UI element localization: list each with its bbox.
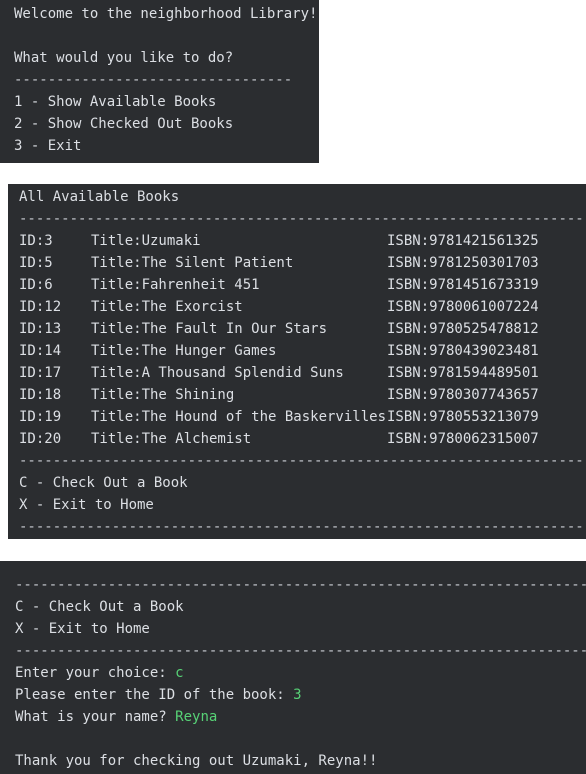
book-row: ID:19 Title:The Hound of the Baskervilles…	[19, 406, 586, 428]
book-row: ID:14 Title:The Hunger Games ISBN:97804390…	[19, 340, 586, 362]
option-exit-to-home: X - Exit to Home	[19, 497, 154, 513]
menu-prompt: What would you like to do?	[14, 50, 234, 66]
book-title: Title:The Fault In Our Stars	[91, 321, 328, 337]
book-isbn: ISBN:9780062315007	[387, 431, 539, 447]
book-row: ID:6 Title:Fahrenheit 451 ISBN:97814516733…	[19, 274, 586, 296]
menu-option-show-checked-out: 2 - Show Checked Out Books	[14, 116, 234, 132]
book-isbn: ISBN:9780061007224	[387, 299, 539, 315]
separator: ----------------------------------------…	[19, 211, 586, 227]
book-title: Title:The Exorcist	[91, 299, 243, 315]
option-exit-to-home: X - Exit to Home	[15, 621, 150, 637]
book-id: ID:6	[19, 277, 53, 293]
book-id: ID:17	[19, 365, 62, 381]
option-check-out: C - Check Out a Book	[19, 475, 188, 491]
choice-input[interactable]: c	[175, 665, 183, 681]
welcome-text: Welcome to the neighborhood Library!	[14, 6, 318, 22]
book-row: ID:17 Title:A Thousand Splendid Suns ISBN:…	[19, 362, 586, 384]
book-title: Title:The Hound of the Baskervilles	[91, 409, 387, 425]
book-row: ID:3 Title:Uzumaki ISBN:9781421561325	[19, 230, 586, 252]
book-id: ID:5	[19, 255, 53, 271]
separator: ----------------------------------------…	[19, 453, 586, 469]
book-id: ID:12	[19, 299, 62, 315]
book-row: ID:18 Title:The Shining ISBN:9780307743657	[19, 384, 586, 406]
book-row: ID:13 Title:The Fault In Our Stars ISBN:97…	[19, 318, 586, 340]
book-title: Title:The Hunger Games	[91, 343, 277, 359]
separator: ----------------------------------------…	[19, 519, 586, 535]
book-isbn: ISBN:9781421561325	[387, 233, 539, 249]
book-isbn: ISBN:9780307743657	[387, 387, 539, 403]
menu-option-show-available: 1 - Show Available Books	[14, 94, 217, 110]
book-row: ID:12 Title:The Exorcist ISBN:978006100722…	[19, 296, 586, 318]
book-isbn: ISBN:9781451673319	[387, 277, 539, 293]
available-books-console: All Available Books --------------------…	[8, 184, 586, 539]
book-id-prompt: Please enter the ID of the book:	[15, 687, 294, 703]
book-isbn: ISBN:9780439023481	[387, 343, 539, 359]
choice-line: Enter your choice: c	[15, 662, 586, 684]
book-id-line: Please enter the ID of the book: 3	[15, 684, 586, 706]
option-check-out: C - Check Out a Book	[15, 599, 184, 615]
book-isbn: ISBN:9780553213079	[387, 409, 539, 425]
name-input[interactable]: Reyna	[175, 709, 217, 725]
thank-you-message: Thank you for checking out Uzumaki, Reyn…	[15, 753, 378, 769]
book-isbn: ISBN:9780525478812	[387, 321, 539, 337]
book-isbn: ISBN:9781250301703	[387, 255, 539, 271]
book-id: ID:19	[19, 409, 62, 425]
book-row: ID:5 Title:The Silent Patient ISBN:9781250…	[19, 252, 586, 274]
book-id-input[interactable]: 3	[293, 687, 301, 703]
book-isbn: ISBN:9781594489501	[387, 365, 539, 381]
separator: ---------------------------------	[14, 72, 293, 88]
book-title: Title:A Thousand Splendid Suns	[91, 365, 344, 381]
book-title: Title:Fahrenheit 451	[91, 277, 260, 293]
book-id: ID:13	[19, 321, 62, 337]
menu-option-exit: 3 - Exit	[14, 138, 82, 154]
name-prompt: What is your name?	[15, 709, 176, 725]
book-id: ID:14	[19, 343, 62, 359]
book-title: Title:The Alchemist	[91, 431, 252, 447]
book-id: ID:18	[19, 387, 62, 403]
name-line: What is your name? Reyna	[15, 706, 586, 728]
book-row: ID:20 Title:The Alchemist ISBN:97800623150…	[19, 428, 586, 450]
checkout-console: ----------------------------------------…	[0, 561, 586, 774]
separator: ----------------------------------------…	[15, 643, 586, 659]
books-heading: All Available Books	[19, 189, 180, 205]
book-id: ID:20	[19, 431, 62, 447]
choice-prompt: Enter your choice:	[15, 665, 176, 681]
book-title: Title:The Shining	[91, 387, 235, 403]
book-id: ID:3	[19, 233, 53, 249]
main-menu-console: Welcome to the neighborhood Library! Wha…	[0, 0, 319, 163]
book-title: Title:Uzumaki	[91, 233, 201, 249]
book-title: Title:The Silent Patient	[91, 255, 294, 271]
separator: ----------------------------------------…	[15, 577, 586, 593]
